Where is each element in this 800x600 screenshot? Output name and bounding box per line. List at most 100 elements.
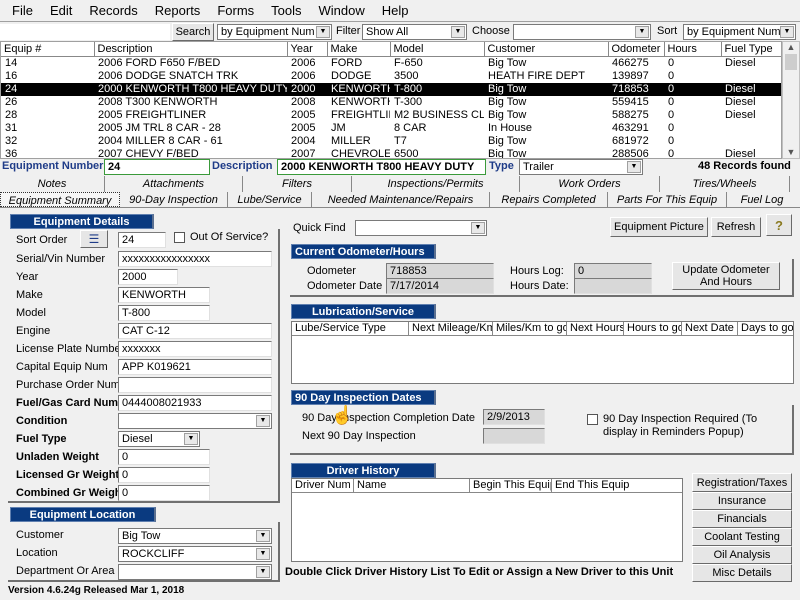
coolant-testing-button[interactable]: Coolant Testing	[692, 528, 792, 546]
table-row[interactable]: 24 2000 KENWORTH T800 HEAVY DUTY 2000 KENWO…	[1, 82, 781, 96]
inspection-completion-field[interactable]: 2/9/2013	[483, 409, 545, 425]
col-next-mileage[interactable]: Next Mileage/Km	[409, 322, 493, 335]
chevron-down-icon[interactable]: ▼	[256, 548, 270, 560]
chevron-down-icon[interactable]: ▼	[635, 26, 649, 38]
table-row[interactable]: 36 2007 CHEVY F/BED 2007 CHEVROLET 6500 Big T…	[1, 148, 781, 159]
update-odometer-button[interactable]: Update Odometer And Hours	[672, 262, 780, 290]
type-select[interactable]: Trailer ▼	[519, 159, 643, 175]
oil-analysis-button[interactable]: Oil Analysis	[692, 546, 792, 564]
choose-select[interactable]: ▼	[513, 24, 651, 40]
menu-records[interactable]: Records	[89, 3, 137, 18]
combined-gr-weight-field[interactable]: 0	[118, 485, 210, 501]
tab-inspections-permits[interactable]: Inspections/Permits	[352, 176, 520, 192]
col-hours[interactable]: Hours	[664, 42, 722, 57]
purchase-order-num-field[interactable]	[118, 377, 272, 393]
licensed-gr-weight-field[interactable]: 0	[118, 467, 210, 483]
menu-help[interactable]: Help	[382, 3, 409, 18]
col-begin-equip[interactable]: Begin This Equip	[470, 479, 552, 492]
menu-forms[interactable]: Forms	[217, 3, 254, 18]
make-field[interactable]: KENWORTH	[118, 287, 210, 303]
fuel-type-select[interactable]: Diesel ▼	[118, 431, 200, 447]
tab-parts-for-equip[interactable]: Parts For This Equip	[608, 192, 727, 207]
chevron-down-icon[interactable]: ▼	[451, 26, 465, 38]
out-of-service-checkbox[interactable]: Out Of Service?	[174, 231, 268, 243]
col-equip-num[interactable]: Equip #	[1, 42, 95, 57]
hours-date-field[interactable]	[574, 278, 652, 294]
col-next-date[interactable]: Next Date	[682, 322, 738, 335]
unladen-weight-field[interactable]: 0	[118, 449, 210, 465]
col-driver-name[interactable]: Name	[354, 479, 470, 492]
col-miles-to-go[interactable]: Miles/Km to go	[493, 322, 567, 335]
tab-filters[interactable]: Filters	[243, 176, 352, 192]
chevron-down-icon[interactable]: ▼	[471, 222, 485, 234]
capital-equip-num-field[interactable]: APP K019621	[118, 359, 272, 375]
table-row[interactable]: 14 2006 FORD F650 F/BED 2006 FORD F-650 Big T…	[1, 56, 781, 70]
menu-file[interactable]: File	[12, 3, 33, 18]
col-end-equip[interactable]: End This Equip	[552, 479, 682, 492]
col-description[interactable]: Description	[94, 42, 288, 57]
next-inspection-field[interactable]	[483, 428, 545, 444]
chevron-down-icon[interactable]: ▼	[256, 415, 270, 427]
driver-history-list[interactable]: Driver Num Name Begin This Equip End Thi…	[291, 478, 683, 562]
inspection-required-checkbox[interactable]: 90 Day Inspection Required (To display in…	[587, 413, 757, 439]
col-driver-num[interactable]: Driver Num	[292, 479, 354, 492]
chevron-down-icon[interactable]: ▼	[627, 161, 641, 173]
equipment-grid[interactable]: Equip # Description Year Make Model Cust…	[0, 41, 782, 159]
odometer-date-field[interactable]: 7/17/2014	[386, 278, 494, 294]
filter-select[interactable]: Show All ▼	[362, 24, 467, 40]
tab-work-orders[interactable]: Work Orders	[520, 176, 660, 192]
scroll-thumb[interactable]	[785, 54, 797, 70]
col-customer[interactable]: Customer	[484, 42, 609, 57]
tab-repairs-completed[interactable]: Repairs Completed	[490, 192, 608, 207]
chevron-down-icon[interactable]: ▼	[256, 530, 270, 542]
tab-attachments[interactable]: Attachments	[105, 176, 243, 192]
tab-tires-wheels[interactable]: Tires/Wheels	[660, 176, 790, 192]
table-row[interactable]: 28 2005 FREIGHTLINER 2005 FREIGHTLINE M2 BUS…	[1, 109, 781, 122]
col-next-hours[interactable]: Next Hours	[567, 322, 624, 335]
location-select[interactable]: ROCKCLIFF ▼	[118, 546, 272, 562]
fuel-gas-card-num-field[interactable]: 0444008021933	[118, 395, 272, 411]
model-field[interactable]: T-800	[118, 305, 210, 321]
sort-select[interactable]: by Equipment Num ▼	[683, 24, 796, 40]
grid-scrollbar[interactable]: ▲ ▼	[782, 41, 800, 159]
menu-window[interactable]: Window	[319, 3, 365, 18]
tab-90-day-inspection[interactable]: 90-Day Inspection	[120, 192, 228, 207]
tab-equipment-summary[interactable]: Equipment Summary	[0, 192, 120, 207]
equipment-number-field[interactable]: 24	[104, 159, 210, 175]
menu-tools[interactable]: Tools	[271, 3, 301, 18]
chevron-down-icon[interactable]: ▼	[316, 26, 330, 38]
col-fuel-type[interactable]: Fuel Type	[721, 42, 781, 57]
col-make[interactable]: Make	[327, 42, 391, 57]
search-by-select[interactable]: by Equipment Num ▼	[217, 24, 332, 40]
financials-button[interactable]: Financials	[692, 510, 792, 528]
scroll-up-icon[interactable]: ▲	[783, 42, 799, 52]
registration-taxes-button[interactable]: Registration/Taxes	[692, 473, 792, 492]
sort-order-button[interactable]: ☰	[80, 230, 108, 248]
tab-needed-maintenance[interactable]: Needed Maintenance/Repairs	[312, 192, 490, 207]
condition-select[interactable]: ▼	[118, 413, 272, 429]
chevron-down-icon[interactable]: ▼	[780, 26, 794, 38]
search-input[interactable]	[0, 24, 170, 40]
odometer-field[interactable]: 718853	[386, 263, 494, 279]
license-plate-number-field[interactable]: xxxxxxx	[118, 341, 272, 357]
chevron-down-icon[interactable]: ▼	[184, 433, 198, 445]
search-button[interactable]: Search	[172, 23, 214, 41]
insurance-button[interactable]: Insurance	[692, 492, 792, 510]
hours-log-field[interactable]: 0	[574, 263, 652, 279]
col-days-to-go[interactable]: Days to go	[738, 322, 793, 335]
chevron-down-icon[interactable]: ▼	[256, 566, 270, 578]
customer-select[interactable]: Big Tow ▼	[118, 528, 272, 544]
misc-details-button[interactable]: Misc Details	[692, 564, 792, 582]
table-row[interactable]: 16 2006 DODGE SNATCH TRK 2006 DODGE 3500 HEAT…	[1, 70, 781, 83]
col-odometer[interactable]: Odometer	[608, 42, 665, 57]
col-lube-type[interactable]: Lube/Service Type	[292, 322, 409, 335]
col-model[interactable]: Model	[390, 42, 485, 57]
table-row[interactable]: 32 2004 MILLER 8 CAR - 61 2004 MILLER T7 Big …	[1, 135, 781, 148]
year-field[interactable]: 2000	[118, 269, 178, 285]
lube-list[interactable]: Lube/Service Type Next Mileage/Km Miles/…	[291, 321, 794, 384]
col-hours-to-go[interactable]: Hours to go	[624, 322, 682, 335]
tab-notes[interactable]: Notes	[0, 176, 105, 192]
quick-find-select[interactable]: ▼	[355, 220, 487, 236]
engine-field[interactable]: CAT C-12	[118, 323, 272, 339]
checkbox-icon[interactable]	[587, 414, 598, 425]
